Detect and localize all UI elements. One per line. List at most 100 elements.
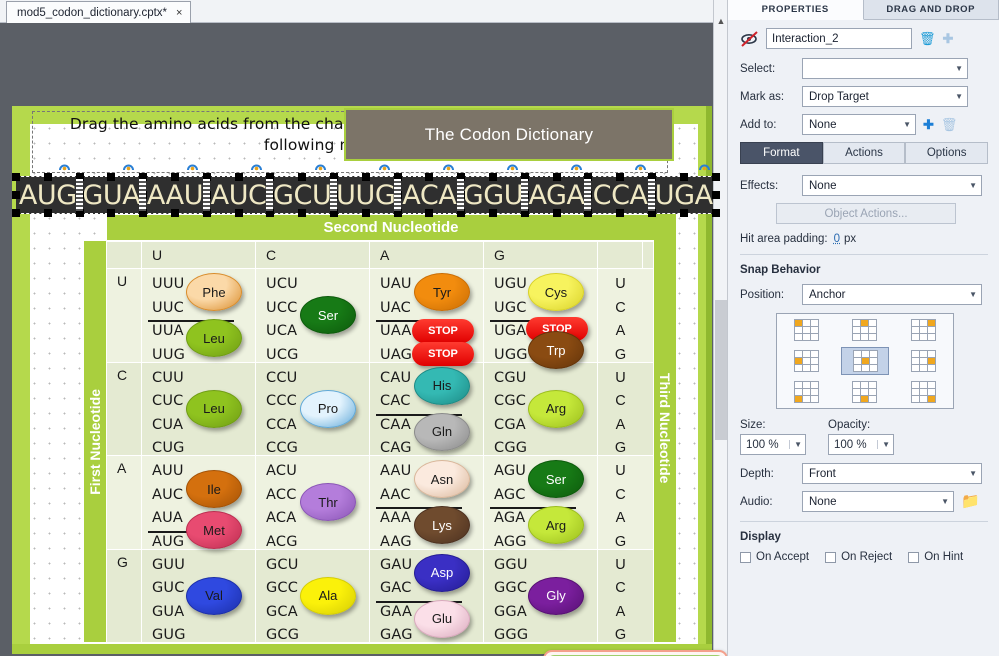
- mrna-codon-box[interactable]: AUG: [12, 173, 84, 217]
- object-name-input[interactable]: Interaction_2: [766, 28, 912, 49]
- selection-handle[interactable]: [234, 209, 243, 217]
- mrna-codon-box[interactable]: GCU: [266, 173, 338, 217]
- amino-acid-stop[interactable]: STOP: [412, 319, 474, 343]
- title-banner[interactable]: The Codon Dictionary: [344, 108, 674, 161]
- resize-grip[interactable]: [202, 179, 210, 211]
- selection-handle[interactable]: [298, 173, 307, 181]
- selection-handle[interactable]: [43, 209, 52, 217]
- tab-actions[interactable]: Actions: [822, 142, 906, 164]
- selection-handle[interactable]: [298, 209, 307, 217]
- trash-icon[interactable]: 🗑: [919, 32, 936, 45]
- snap-position-1[interactable]: [841, 316, 889, 344]
- amino-acid-val[interactable]: Val: [186, 576, 242, 615]
- selection-handle[interactable]: [679, 173, 688, 181]
- amino-acid-asp[interactable]: Asp: [414, 553, 470, 592]
- rotate-handle-icon[interactable]: [506, 162, 519, 175]
- selection-handle[interactable]: [711, 191, 720, 199]
- tab-format[interactable]: Format: [740, 142, 823, 164]
- depth-dropdown[interactable]: Front ▼: [802, 463, 982, 484]
- rotate-handle-icon[interactable]: [314, 162, 327, 175]
- amino-acid-lys[interactable]: Lys: [414, 506, 470, 544]
- amino-acid-trp[interactable]: Trp: [528, 331, 584, 369]
- selection-handle[interactable]: [552, 209, 561, 217]
- rotate-handle-icon[interactable]: [378, 162, 391, 175]
- selection-handle[interactable]: [711, 209, 720, 217]
- rotate-handle-icon[interactable]: [250, 162, 263, 175]
- checkbox-box[interactable]: [740, 551, 751, 563]
- mrna-codon-box[interactable]: CCA: [584, 173, 656, 217]
- mrna-codon-box[interactable]: AGA: [520, 173, 593, 217]
- selection-handle[interactable]: [12, 191, 20, 199]
- amino-acid-ser[interactable]: Ser: [528, 460, 584, 498]
- selection-handle[interactable]: [361, 173, 370, 181]
- snap-position-4[interactable]: [840, 346, 889, 375]
- selection-handle[interactable]: [552, 173, 561, 181]
- amino-acid-glu[interactable]: Glu: [414, 599, 470, 638]
- size-stepper[interactable]: 100 % ▼: [740, 434, 806, 455]
- panel-splitter[interactable]: ▲: [713, 0, 727, 656]
- amino-acid-arg[interactable]: Arg: [528, 389, 584, 428]
- add-to-trash-icon[interactable]: 🗑: [941, 118, 958, 131]
- snap-position-8[interactable]: [900, 378, 948, 406]
- amino-acid-asn[interactable]: Asn: [414, 460, 470, 498]
- rotate-handle-icon[interactable]: [634, 162, 647, 175]
- selection-handle[interactable]: [616, 209, 625, 217]
- rotate-handle-icon[interactable]: [698, 162, 711, 175]
- tab-options[interactable]: Options: [905, 142, 989, 164]
- selection-handle[interactable]: [234, 173, 243, 181]
- position-dropdown[interactable]: Anchor ▼: [802, 284, 982, 305]
- chevron-up-icon[interactable]: ▲: [716, 16, 726, 26]
- mrna-codon-box[interactable]: GUA: [75, 173, 148, 217]
- effects-dropdown[interactable]: None ▼: [802, 175, 982, 196]
- amino-acid-his[interactable]: His: [414, 366, 470, 405]
- selection-handle[interactable]: [170, 209, 179, 217]
- amino-acid-stop[interactable]: STOP: [412, 342, 474, 366]
- mrna-codon-strip[interactable]: AUG GUA AAU AUC GCU UUG ACA GGU AGA CCA UGA: [12, 173, 720, 217]
- resize-grip[interactable]: [393, 179, 401, 211]
- visibility-off-icon[interactable]: [740, 30, 760, 48]
- canvas-area[interactable]: Drag the amino acids from the chart onto…: [0, 23, 727, 656]
- plus-icon[interactable]: ✚: [943, 32, 954, 45]
- snap-position-2[interactable]: [900, 316, 948, 344]
- amino-acid-cys[interactable]: Cys: [528, 273, 584, 311]
- amino-acid-leu[interactable]: Leu: [186, 389, 242, 428]
- amino-acid-phe[interactable]: Phe: [186, 273, 242, 311]
- slide-canvas[interactable]: Drag the amino acids from the chart onto…: [12, 106, 727, 656]
- selection-handle[interactable]: [425, 209, 434, 217]
- resize-grip[interactable]: [329, 179, 337, 211]
- selection-handle[interactable]: [12, 209, 20, 217]
- checkbox-on-reject[interactable]: On Reject: [825, 551, 892, 563]
- selection-handle[interactable]: [43, 173, 52, 181]
- selection-handle[interactable]: [711, 173, 720, 181]
- amino-acid-ala[interactable]: Ala: [300, 576, 356, 615]
- audio-dropdown[interactable]: None ▼: [802, 491, 954, 512]
- mrna-codon-box[interactable]: AAU: [139, 173, 211, 217]
- checkbox-box[interactable]: [825, 551, 837, 563]
- selection-handle[interactable]: [488, 209, 497, 217]
- selection-handle[interactable]: [616, 173, 625, 181]
- tab-drag-and-drop[interactable]: DRAG AND DROP: [863, 0, 999, 20]
- mrna-codon-box[interactable]: ACA: [393, 173, 466, 217]
- checkbox-on-accept[interactable]: On Accept: [740, 551, 809, 563]
- selection-handle[interactable]: [361, 209, 370, 217]
- scrollbar-thumb[interactable]: [715, 300, 727, 440]
- amino-acid-gly[interactable]: Gly: [528, 576, 584, 615]
- document-tab[interactable]: mod5_codon_dictionary.cptx* ×: [6, 1, 192, 23]
- snap-position-5[interactable]: [900, 347, 948, 375]
- resize-grip[interactable]: [75, 179, 83, 211]
- amino-acid-thr[interactable]: Thr: [300, 483, 356, 521]
- mrna-codon-box[interactable]: AUC: [202, 173, 275, 217]
- rotate-handle-icon[interactable]: [442, 162, 455, 175]
- opacity-stepper[interactable]: 100 % ▼: [828, 434, 894, 455]
- selection-handle[interactable]: [170, 173, 179, 181]
- feedback-popup[interactable]: Correct!: [543, 650, 727, 656]
- snap-position-grid[interactable]: [776, 313, 954, 409]
- selection-handle[interactable]: [425, 173, 434, 181]
- amino-acid-leu[interactable]: Leu: [186, 319, 242, 357]
- resize-grip[interactable]: [584, 179, 592, 211]
- resize-grip[interactable]: [266, 179, 274, 211]
- mrna-codon-box[interactable]: GGU: [457, 173, 529, 217]
- snap-position-0[interactable]: [782, 316, 830, 344]
- checkbox-on-hint[interactable]: On Hint: [908, 551, 963, 563]
- amino-acid-gln[interactable]: Gln: [414, 412, 470, 451]
